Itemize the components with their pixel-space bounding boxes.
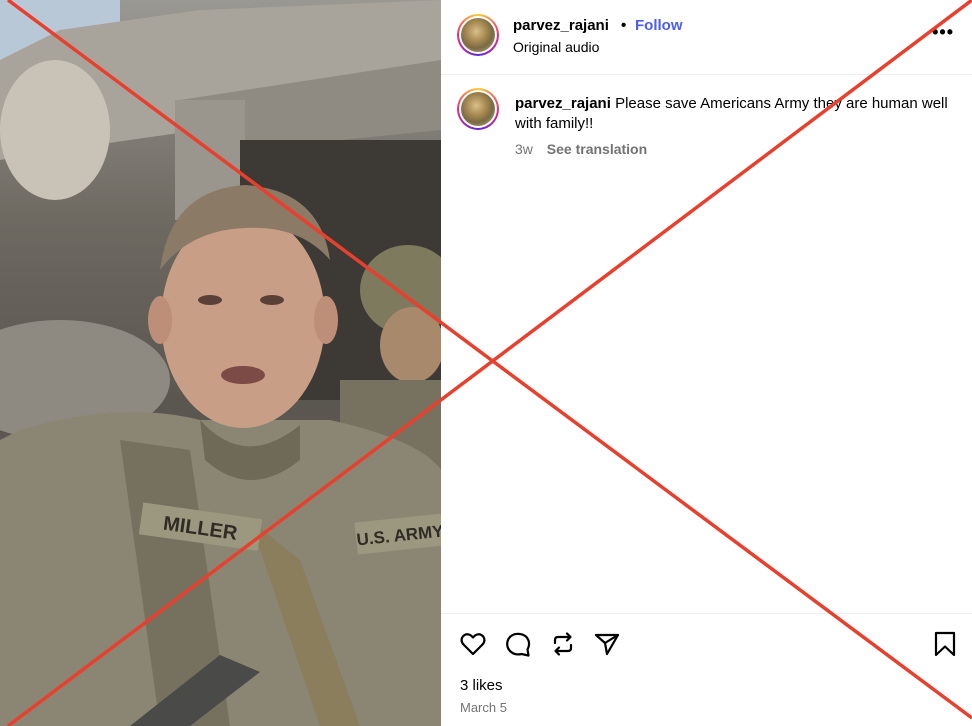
soldier-photo: MILLER U.S. ARMY xyxy=(0,0,441,726)
author-username[interactable]: parvez_rajani xyxy=(513,17,609,34)
comment-username[interactable]: parvez_rajani xyxy=(515,95,611,112)
action-bar: 3 likes March 5 xyxy=(441,613,972,726)
bookmark-icon[interactable] xyxy=(931,630,959,658)
share-icon[interactable] xyxy=(593,630,621,658)
caption-text-block: parvez_rajani Please save Americans Army… xyxy=(515,94,955,134)
audio-label[interactable]: Original audio xyxy=(513,39,599,55)
post-media[interactable]: MILLER U.S. ARMY xyxy=(0,0,441,726)
post-panel: parvez_rajani • Follow Original audio ••… xyxy=(441,0,972,726)
comment-age[interactable]: 3w xyxy=(515,141,533,157)
repost-icon[interactable] xyxy=(549,630,577,658)
more-options-icon[interactable]: ••• xyxy=(932,22,954,43)
separator-dot: • xyxy=(621,17,627,34)
see-translation-link[interactable]: See translation xyxy=(547,141,647,157)
avatar[interactable] xyxy=(457,14,499,56)
follow-button[interactable]: Follow xyxy=(635,17,683,34)
likes-count[interactable]: 3 likes xyxy=(460,677,503,694)
comment-meta: 3w See translation xyxy=(515,141,647,157)
comment-avatar[interactable] xyxy=(457,88,499,130)
comment-icon[interactable] xyxy=(504,630,532,658)
post-date: March 5 xyxy=(460,700,507,715)
heart-icon[interactable] xyxy=(459,630,487,658)
post-header: parvez_rajani • Follow Original audio ••… xyxy=(441,0,972,75)
